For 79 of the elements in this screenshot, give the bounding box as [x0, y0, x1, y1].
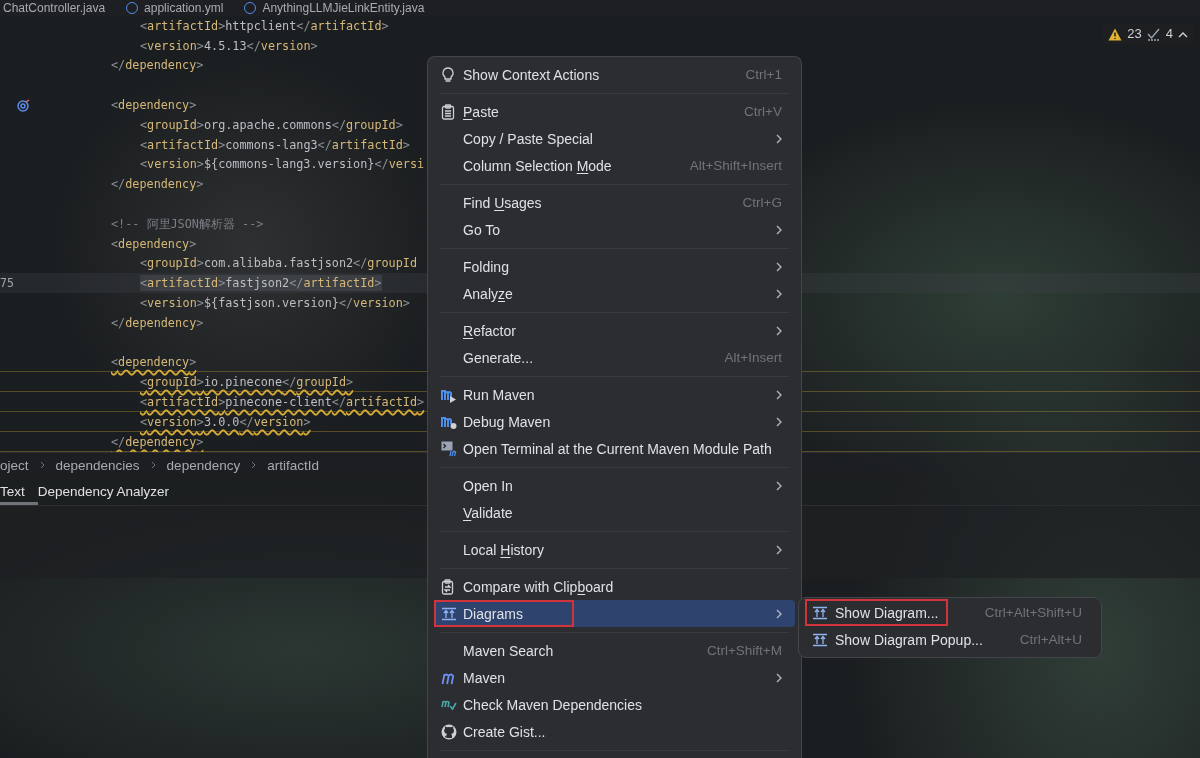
code-line: </dependency> [111, 433, 204, 450]
caret-up-icon[interactable] [1178, 30, 1188, 38]
code-line: <dependency> [111, 235, 197, 252]
code-line: <dependency> [111, 354, 197, 371]
chevron-icon [39, 461, 45, 469]
tool-tab[interactable]: Text [0, 477, 38, 505]
code-line: <artifactId>commons-lang3</artifactId> [140, 136, 410, 153]
breadcrumb-item[interactable]: dependencies [55, 457, 140, 473]
code-line: <groupId>org.apache.commons</groupId> [140, 116, 403, 133]
shortcut-label: Ctrl+V [744, 104, 782, 119]
code-line: <!-- 阿里JSON解析器 --> [111, 215, 264, 232]
code-line: <artifactId>pinecone-client</artifactId> [140, 394, 425, 411]
warning-icon[interactable] [1108, 27, 1123, 41]
menu-item[interactable]: Check Maven Dependencies [434, 691, 795, 718]
menu-item[interactable]: Run Maven [434, 381, 795, 408]
target-icon[interactable] [17, 98, 30, 112]
code-line: <version>3.0.0</version> [140, 413, 311, 430]
terminal-icon [441, 440, 457, 457]
menu-item[interactable]: Refactor [434, 317, 795, 344]
menu-item[interactable]: Open In [434, 472, 795, 499]
shortcut-label: Alt+Shift+Insert [689, 158, 782, 173]
code-line: <version>${fastjson.version}</version> [140, 295, 410, 312]
chevron-icon [251, 461, 257, 469]
code-line: <dependency> [111, 97, 197, 114]
menu-item[interactable]: Compare with Clipboard [434, 573, 795, 600]
code-line: </dependency> [111, 57, 204, 74]
shortcut-label: Alt+Insert [724, 350, 782, 365]
warning-count: 23 [1127, 26, 1142, 42]
breadcrumb-item[interactable]: oject [0, 457, 29, 473]
shortcut-label: Ctrl+Alt+U [1019, 632, 1082, 647]
code-line: <version>${commons-lang3.version}</versi [140, 156, 425, 173]
menu-item[interactable]: Local History [434, 536, 795, 563]
menu-item[interactable]: Maven [434, 664, 795, 691]
lightbulb-icon [441, 66, 455, 83]
code-line: <groupId>io.pinecone</groupId> [140, 374, 354, 391]
clipboard-compare-icon [441, 578, 455, 595]
breadcrumb-item[interactable]: dependency [166, 457, 241, 473]
editor-tab[interactable]: ChatController.java [0, 0, 124, 16]
menu-item[interactable]: Go To [434, 216, 795, 243]
highlight-outline: Diagrams [434, 600, 574, 627]
code-line: <groupId>com.alibaba.fastjson2</groupId [140, 255, 418, 272]
editor-tab[interactable]: AnythingLLMJieLinkEntity.java [241, 0, 443, 16]
menu-item[interactable]: Validate [434, 499, 795, 526]
shortcut-label: Ctrl+Shift+M [706, 643, 782, 658]
code-line: <artifactId>httpclient</artifactId> [140, 17, 389, 34]
menu-item[interactable]: Analyze [434, 280, 795, 307]
code-line: </dependency> [111, 176, 204, 193]
check-icon[interactable] [1146, 27, 1161, 41]
diagram-icon [812, 632, 828, 647]
code-line: <version>4.5.13</version> [140, 37, 318, 54]
breadcrumb-item[interactable]: artifactId [267, 457, 319, 473]
menu-item[interactable]: Show Diagram... Ctrl+Alt+Shift+U [805, 599, 1095, 626]
menu-item[interactable]: Open Terminal at the Current Maven Module Path [434, 435, 795, 462]
line-number: 75 [0, 276, 14, 291]
diagram-icon [812, 605, 828, 620]
editor-tab[interactable]: application.yml [123, 0, 242, 16]
clipboard-icon [441, 103, 455, 120]
menu-item[interactable]: Diagrams [434, 600, 795, 627]
menu-item[interactable]: Generate... Alt+Insert [434, 344, 795, 371]
shortcut-label: Ctrl+1 [745, 67, 782, 82]
menu-item[interactable]: Folding [434, 253, 795, 280]
shortcut-label: Ctrl+G [742, 195, 782, 210]
menu-item[interactable]: Maven Search Ctrl+Shift+M [434, 637, 795, 664]
code-line: </dependency> [111, 314, 204, 331]
menu-item[interactable]: Find Usages Ctrl+G [434, 189, 795, 216]
menu-item[interactable]: Show Context Actions Ctrl+1 [434, 61, 795, 88]
menu-item[interactable]: Debug Maven [434, 408, 795, 435]
tool-tab[interactable]: Dependency Analyzer [37, 477, 184, 505]
chevron-icon [150, 461, 156, 469]
highlight-outline: Show Diagram... [805, 599, 949, 626]
shortcut-label: Ctrl+Alt+Shift+U [984, 605, 1082, 620]
menu-item[interactable]: Show Diagram Popup... Ctrl+Alt+U [805, 626, 1095, 653]
menu-item[interactable]: Copy / Paste Special [434, 125, 795, 152]
menu-item[interactable]: Paste Ctrl+V [434, 98, 795, 125]
menu-item[interactable]: Create Gist... [434, 718, 795, 745]
diagram-icon [441, 606, 457, 621]
weak-warning-count: 4 [1165, 26, 1173, 42]
github-icon [441, 723, 457, 740]
menu-item[interactable]: Column Selection Mode Alt+Shift+Insert [434, 152, 795, 179]
